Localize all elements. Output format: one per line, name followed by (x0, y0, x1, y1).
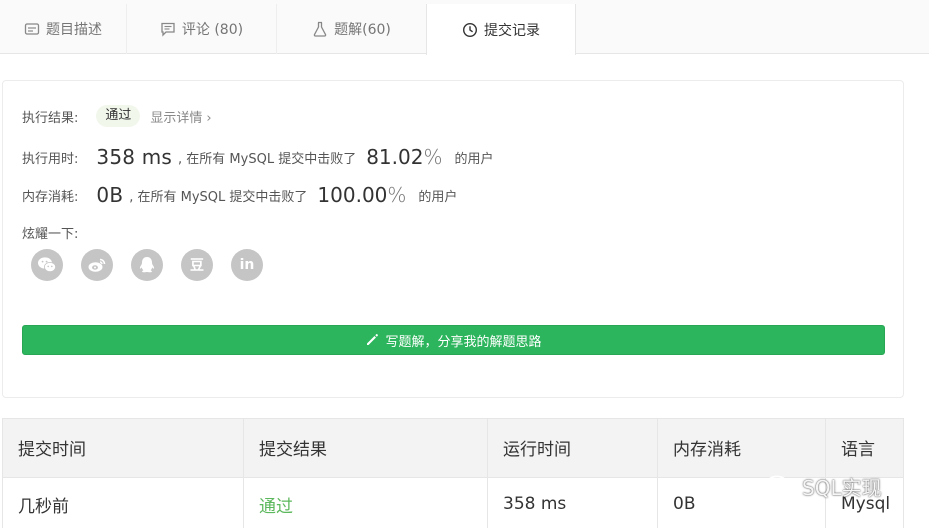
runtime-percentile: 81.02% (366, 145, 442, 169)
status-badge: 通过 (96, 105, 141, 127)
share-buttons: 豆 in (31, 249, 263, 281)
linkedin-glyph: in (239, 257, 255, 273)
tab-comments-label: 评论 (80) (181, 22, 244, 38)
watermark-text: SQL实现 (802, 476, 882, 500)
tab-comments[interactable]: 评论 (80) (126, 4, 276, 54)
tab-description[interactable]: 题目描述 (0, 4, 126, 54)
column-divider (487, 418, 488, 528)
runtime-tail: 的用户 (454, 151, 494, 167)
comment-icon (161, 22, 175, 37)
tab-description-label: 题目描述 (46, 22, 102, 38)
status-label: 执行结果: (22, 110, 79, 126)
memory-percentile: 100.00% (317, 183, 406, 207)
linkedin-icon[interactable]: in (231, 249, 263, 281)
chevron-right-icon: › (206, 110, 212, 126)
cell-memory: 0B (673, 494, 696, 514)
watermark: SQL实现 (764, 472, 882, 501)
runtime-label: 执行用时: (22, 151, 79, 167)
header-runtime[interactable]: 运行时间 (503, 418, 571, 476)
show-details-label: 显示详情 (150, 110, 203, 126)
cell-runtime: 358 ms (503, 494, 567, 514)
memory-value: 0B (96, 183, 124, 207)
wechat-icon[interactable] (31, 249, 63, 281)
cell-submit-result-link[interactable]: 通过 (259, 480, 293, 528)
header-language[interactable]: 语言 (841, 418, 875, 476)
runtime-percentile-value: 81.02 (366, 145, 424, 169)
header-submit-result[interactable]: 提交结果 (259, 418, 327, 476)
show-details-link[interactable]: 显示详情 › (150, 107, 211, 126)
percent-sign: % (423, 145, 443, 169)
write-solution-label: 写题解，分享我的解题思路 (385, 334, 542, 350)
cell-submit-time: 几秒前 (18, 496, 69, 517)
memory-percentile-value: 100.00 (317, 183, 388, 207)
result-card: 执行结果: 通过 显示详情 › 执行用时: 358 ms , 在所有 MySQL … (2, 80, 904, 398)
douban-icon[interactable]: 豆 (181, 249, 213, 281)
pencil-icon (367, 334, 379, 345)
table-header (3, 418, 903, 478)
runtime-value: 358 ms (96, 145, 173, 169)
tab-bar: 题目描述 评论 (80) 题解(60) 提交记录 (0, 0, 929, 55)
douban-glyph: 豆 (190, 258, 204, 274)
description-icon (24, 23, 40, 35)
share-label: 炫耀一下: (22, 226, 79, 242)
header-memory[interactable]: 内存消耗 (673, 418, 741, 476)
tab-solutions[interactable]: 题解(60) (276, 4, 426, 54)
clock-icon (462, 22, 478, 37)
tab-submissions-label: 提交记录 (484, 22, 540, 39)
column-divider (243, 418, 244, 528)
tab-solutions-label: 题解(60) (334, 22, 391, 38)
runtime-beat-text: , 在所有 MySQL 提交中击败了 (178, 151, 357, 167)
status-row: 执行结果: 通过 显示详情 › (22, 105, 212, 127)
tab-submissions[interactable]: 提交记录 (426, 4, 576, 55)
runtime-row: 执行用时: 358 ms , 在所有 MySQL 提交中击败了 81.02% 的… (22, 143, 494, 171)
write-solution-button[interactable]: 写题解，分享我的解题思路 (22, 325, 885, 355)
share-row: 炫耀一下: (22, 223, 79, 242)
flask-icon (313, 21, 327, 37)
qq-icon[interactable] (131, 249, 163, 281)
memory-tail: 的用户 (418, 189, 458, 205)
header-submit-time[interactable]: 提交时间 (18, 418, 86, 476)
column-divider (657, 418, 658, 528)
weibo-icon[interactable] (81, 249, 113, 281)
memory-label: 内存消耗: (22, 189, 79, 205)
percent-sign: % (387, 183, 407, 207)
wechat-watermark-icon (765, 475, 796, 498)
memory-row: 内存消耗: 0B , 在所有 MySQL 提交中击败了 100.00% 的用户 (22, 181, 457, 209)
memory-beat-text: , 在所有 MySQL 提交中击败了 (129, 189, 308, 205)
